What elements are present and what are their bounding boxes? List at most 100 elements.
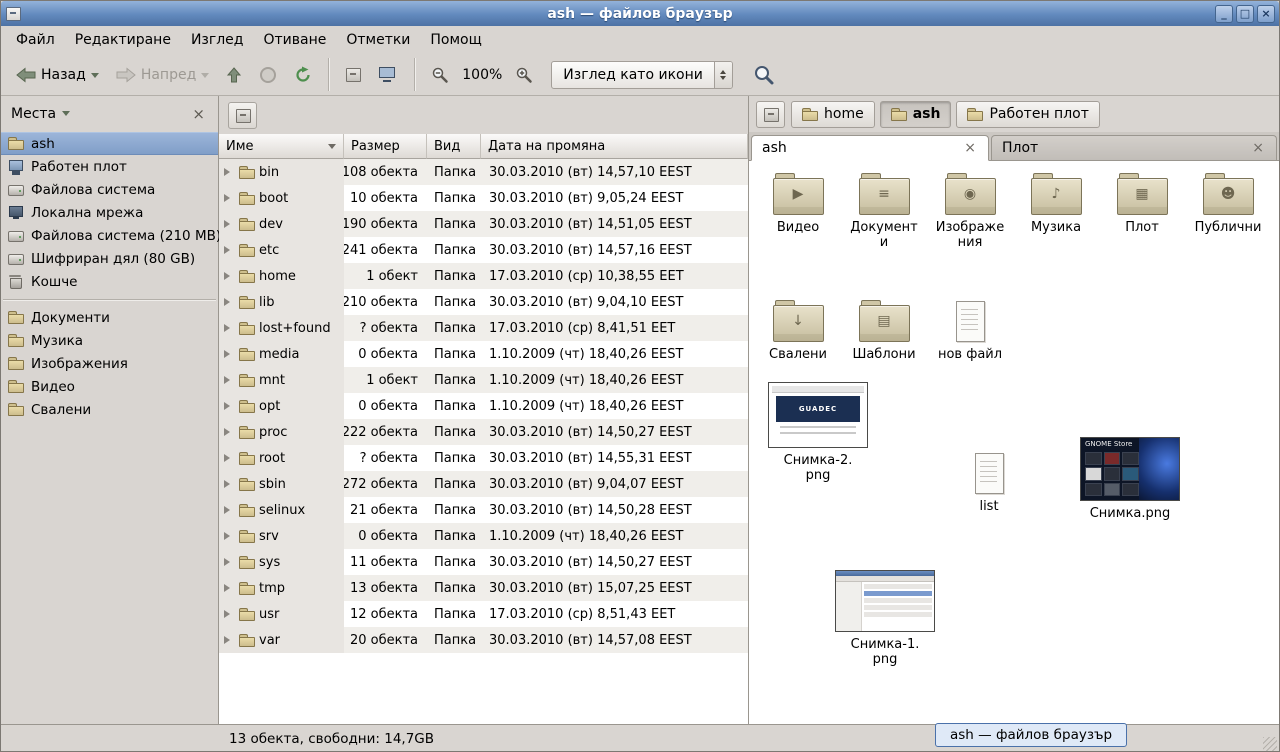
column-header-type[interactable]: Вид [427, 134, 481, 159]
menu-item[interactable]: Изглед [182, 28, 253, 52]
column-header-date[interactable]: Дата на промяна [481, 134, 748, 159]
sidebar-item[interactable]: Локална мрежа [1, 201, 218, 224]
file-item-snimka[interactable]: GNOME Store Снимка.png [1080, 437, 1180, 521]
tree-row[interactable]: root ? обекта Папка 30.03.2010 (вт) 14,5… [219, 445, 748, 471]
expander-icon[interactable] [224, 194, 234, 202]
zoom-out-button[interactable] [424, 61, 456, 89]
sidebar-item[interactable]: Файлова система [1, 178, 218, 201]
computer-button[interactable] [371, 61, 405, 88]
view-mode-select[interactable]: Изглед като икони [551, 61, 733, 89]
expander-icon[interactable] [224, 636, 234, 644]
tree-row[interactable]: usr 12 обекта Папка 17.03.2010 (ср) 8,51… [219, 601, 748, 627]
folder-item[interactable]: ▤ Шаблони [841, 300, 927, 362]
expander-icon[interactable] [224, 454, 234, 462]
folder-item[interactable]: ♪ Музика [1013, 173, 1099, 250]
tree-row[interactable]: tmp 13 обекта Папка 30.03.2010 (вт) 15,0… [219, 575, 748, 601]
tree-row[interactable]: media 0 обекта Папка 1.10.2009 (чт) 18,4… [219, 341, 748, 367]
tab-plot[interactable]: Плот × [991, 135, 1277, 160]
tree-row[interactable]: etc 241 обекта Папка 30.03.2010 (вт) 14,… [219, 237, 748, 263]
expander-icon[interactable] [224, 532, 234, 540]
folder-item[interactable]: нов файл [927, 300, 1013, 362]
icon-canvas[interactable]: ▶ Видео ≡ Документи ◉ Изображения [749, 161, 1279, 724]
taskbar-window-label[interactable]: ash — файлов браузър [935, 723, 1127, 747]
maximize-button[interactable]: □ [1236, 5, 1254, 23]
menu-item[interactable]: Помощ [421, 28, 490, 52]
sidebar-item[interactable]: Свалени [1, 398, 218, 421]
expander-icon[interactable] [224, 506, 234, 514]
sidebar-item[interactable]: Шифриран дял (80 GB) [1, 247, 218, 270]
back-button[interactable]: Назад [9, 62, 106, 88]
sidebar-item[interactable]: Изображения [1, 352, 218, 375]
path-segment-button[interactable]: ash [880, 101, 952, 128]
menu-item[interactable]: Файл [7, 28, 64, 52]
tree-row[interactable]: dev 190 обекта Папка 30.03.2010 (вт) 14,… [219, 211, 748, 237]
home-button[interactable] [338, 62, 368, 87]
pane-view-button[interactable] [228, 102, 257, 129]
expander-icon[interactable] [224, 480, 234, 488]
close-button[interactable]: × [1257, 5, 1275, 23]
tree-row[interactable]: bin 108 обекта Папка 30.03.2010 (вт) 14,… [219, 159, 748, 185]
sidebar-item[interactable]: Файлова система (210 MB) [1, 224, 218, 247]
sidebar-item[interactable]: Музика [1, 329, 218, 352]
expander-icon[interactable] [224, 220, 234, 228]
minimize-button[interactable]: _ [1215, 5, 1233, 23]
expander-icon[interactable] [224, 402, 234, 410]
tree-row[interactable]: opt 0 обекта Папка 1.10.2009 (чт) 18,40,… [219, 393, 748, 419]
tree-row[interactable]: srv 0 обекта Папка 1.10.2009 (чт) 18,40,… [219, 523, 748, 549]
path-segment-button[interactable]: Работен плот [956, 101, 1099, 128]
expander-icon[interactable] [224, 168, 234, 176]
folder-item[interactable]: ▦ Плот [1099, 173, 1185, 250]
sidebar-item[interactable]: Кошче [1, 270, 218, 293]
folder-item[interactable]: ◉ Изображения [927, 173, 1013, 250]
search-button[interactable] [746, 59, 782, 91]
sidebar-item[interactable]: Документи [1, 306, 218, 329]
tree-row[interactable]: selinux 21 обекта Папка 30.03.2010 (вт) … [219, 497, 748, 523]
expander-icon[interactable] [224, 428, 234, 436]
file-item-snimka-2[interactable]: GUADEC Снимка-2. png [768, 382, 868, 483]
tab-ash[interactable]: ash × [751, 135, 989, 161]
tree-row[interactable]: lib 210 обекта Папка 30.03.2010 (вт) 9,0… [219, 289, 748, 315]
places-label[interactable]: Места [11, 106, 56, 122]
tree-row[interactable]: boot 10 обекта Папка 30.03.2010 (вт) 9,0… [219, 185, 748, 211]
resize-grip[interactable] [1263, 737, 1277, 751]
expander-icon[interactable] [224, 376, 234, 384]
titlebar[interactable]: ash — файлов браузър _ □ × [1, 1, 1279, 26]
column-header-size[interactable]: Размер [344, 134, 427, 159]
tree-row[interactable]: lost+found ? обекта Папка 17.03.2010 (ср… [219, 315, 748, 341]
path-segment-button[interactable]: home [791, 101, 875, 128]
tree-row[interactable]: home 1 обект Папка 17.03.2010 (ср) 10,38… [219, 263, 748, 289]
expander-icon[interactable] [224, 298, 234, 306]
up-button[interactable] [219, 62, 249, 88]
zoom-level[interactable]: 100% [459, 67, 505, 83]
forward-button[interactable]: Напред [109, 62, 216, 88]
folder-item[interactable]: ☻ Публични [1185, 173, 1271, 250]
sidebar-item[interactable]: ash [1, 132, 218, 155]
menu-item[interactable]: Редактиране [66, 28, 180, 52]
menu-item[interactable]: Отиване [254, 28, 335, 52]
column-header-name[interactable]: Име [219, 134, 344, 159]
expander-icon[interactable] [224, 350, 234, 358]
tree-row[interactable]: proc 222 обекта Папка 30.03.2010 (вт) 14… [219, 419, 748, 445]
tree-row[interactable]: sys 11 обекта Папка 30.03.2010 (вт) 14,5… [219, 549, 748, 575]
expander-icon[interactable] [224, 558, 234, 566]
back-history-dropdown-icon[interactable] [91, 73, 99, 82]
folder-item[interactable]: ↓ Свалени [755, 300, 841, 362]
path-root-button[interactable] [756, 101, 785, 128]
folder-item[interactable]: ▶ Видео [755, 173, 841, 250]
tab-close-icon[interactable]: × [962, 141, 978, 155]
expander-icon[interactable] [224, 246, 234, 254]
tree-row[interactable]: var 20 обекта Папка 30.03.2010 (вт) 14,5… [219, 627, 748, 653]
file-item-list[interactable]: list [939, 452, 1039, 514]
sidebar-item[interactable]: Видео [1, 375, 218, 398]
zoom-in-button[interactable] [508, 61, 540, 89]
expander-icon[interactable] [224, 610, 234, 618]
expander-icon[interactable] [224, 272, 234, 280]
file-item-snimka-1[interactable]: Снимка-1. png [835, 570, 935, 667]
reload-button[interactable] [287, 61, 319, 89]
folder-item[interactable]: ≡ Документи [841, 173, 927, 250]
places-dropdown-icon[interactable] [62, 111, 70, 120]
expander-icon[interactable] [224, 324, 234, 332]
tree-row[interactable]: mnt 1 обект Папка 1.10.2009 (чт) 18,40,2… [219, 367, 748, 393]
tree-row[interactable]: sbin 272 обекта Папка 30.03.2010 (вт) 9,… [219, 471, 748, 497]
expander-icon[interactable] [224, 584, 234, 592]
